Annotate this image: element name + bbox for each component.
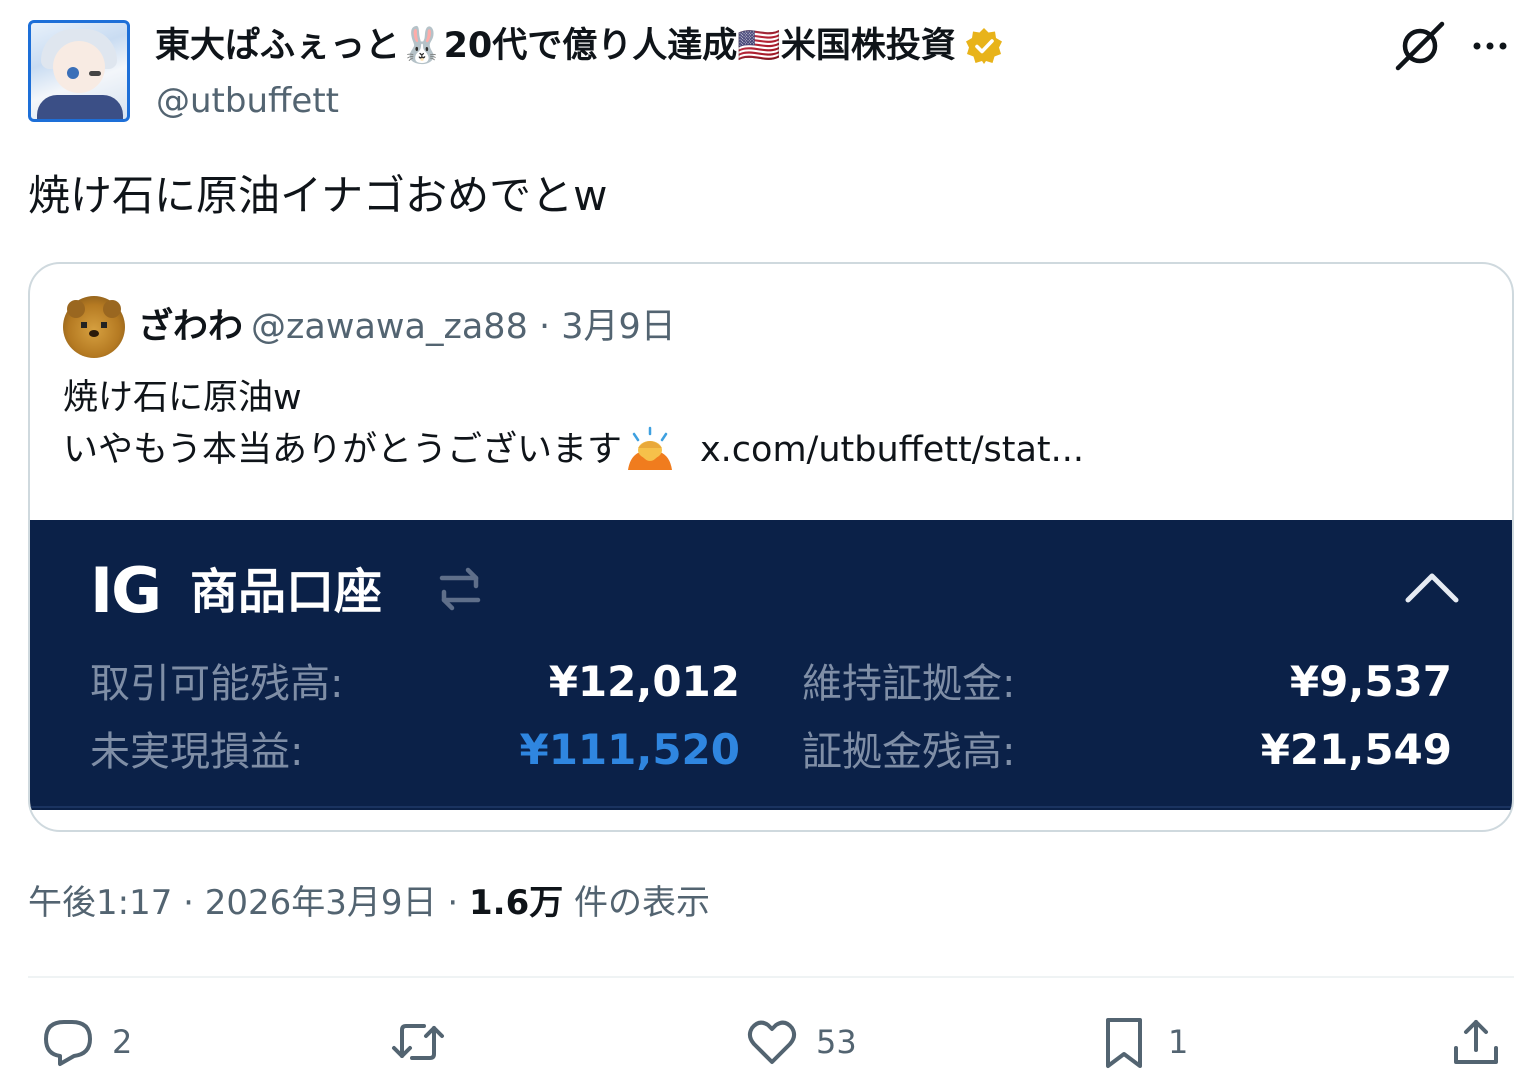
views-label: 件の表示 [563,883,711,923]
chevron-up-icon [1405,573,1459,603]
share-icon [1454,1020,1498,1064]
available-balance-label: 取引可能残高: [90,661,344,707]
author-display-name-text: 東大ぱふぇっと🐰20代で億り人達成🇺🇸米国株投資 [155,26,956,66]
like-button[interactable]: 53 [744,1012,857,1072]
author-avatar[interactable] [28,20,130,122]
ig-logo: IG [90,554,162,627]
quoted-author-handle: @zawawa_za88 [251,307,528,347]
action-bar-divider [28,976,1514,978]
ig-panel-divider [30,806,1512,808]
author-handle[interactable]: @utbuffett [156,78,339,124]
quoted-tweet-line2-text: いやもう本当ありがとうございます [63,430,622,470]
unrealized-pnl-value: ¥111,520 [519,725,740,774]
retweet-button[interactable] [390,1012,462,1072]
quoted-author-name: ざわわ [138,307,244,347]
maintenance-margin-value: ¥9,537 [1289,657,1452,706]
tweet-timestamp[interactable]: 午後1:17 · 2026年3月9日 · [28,883,469,923]
ig-account-title: 商品口座 [190,564,383,620]
retweet-icon [392,1024,444,1060]
tweet-text: 焼け石に原油イナゴおめでとw [28,171,608,220]
quoted-tweet-header: ざわわ @zawawa_za88 · 3月9日 [138,304,676,350]
margin-balance-label: 証拠金残高: [802,729,1016,775]
ig-account-image[interactable]: IG 商品口座 取引可能残高: ¥12,012 維持証拠金: ¥9,537 未実… [30,520,1512,810]
views-count: 1.6万 [469,883,564,923]
bookmark-icon [1106,1018,1142,1068]
more-icon[interactable] [1468,26,1512,66]
quoted-author-avatar [63,296,125,358]
unrealized-pnl-label: 未実現損益: [90,729,304,775]
quoted-tweet-line2: いやもう本当ありがとうございます x.com/utbuffett/stat... [63,426,1084,474]
share-button[interactable] [1448,1012,1504,1072]
quoted-tweet-card[interactable]: ざわわ @zawawa_za88 · 3月9日 焼け石に原油w いやもう本当ありが… [28,262,1514,832]
quoted-tweet-link[interactable]: x.com/utbuffett/stat... [700,426,1084,474]
reply-icon [44,1020,92,1066]
available-balance-value: ¥12,012 [548,657,740,706]
author-display-name[interactable]: 東大ぱふぇっと🐰20代で億り人達成🇺🇸米国株投資 [155,22,1004,70]
grok-icon[interactable] [1394,20,1446,72]
reply-button[interactable]: 2 [40,1012,132,1072]
quoted-tweet-date: · 3月9日 [527,307,676,347]
reply-count: 2 [112,1023,133,1061]
tweet-meta: 午後1:17 · 2026年3月9日 · 1.6万 件の表示 [28,878,710,928]
margin-balance-value: ¥21,549 [1260,725,1452,774]
heart-icon [747,1020,797,1064]
bookmark-button[interactable]: 1 [1096,1012,1188,1072]
quoted-tweet-line1: 焼け石に原油w [63,378,302,418]
like-count: 53 [816,1023,857,1061]
swap-arrows-icon [439,567,481,611]
verified-badge-icon [965,28,1002,64]
bookmark-count: 1 [1168,1023,1189,1061]
maintenance-margin-label: 維持証拠金: [802,661,1016,707]
bowing-person-emoji-icon [627,426,672,470]
